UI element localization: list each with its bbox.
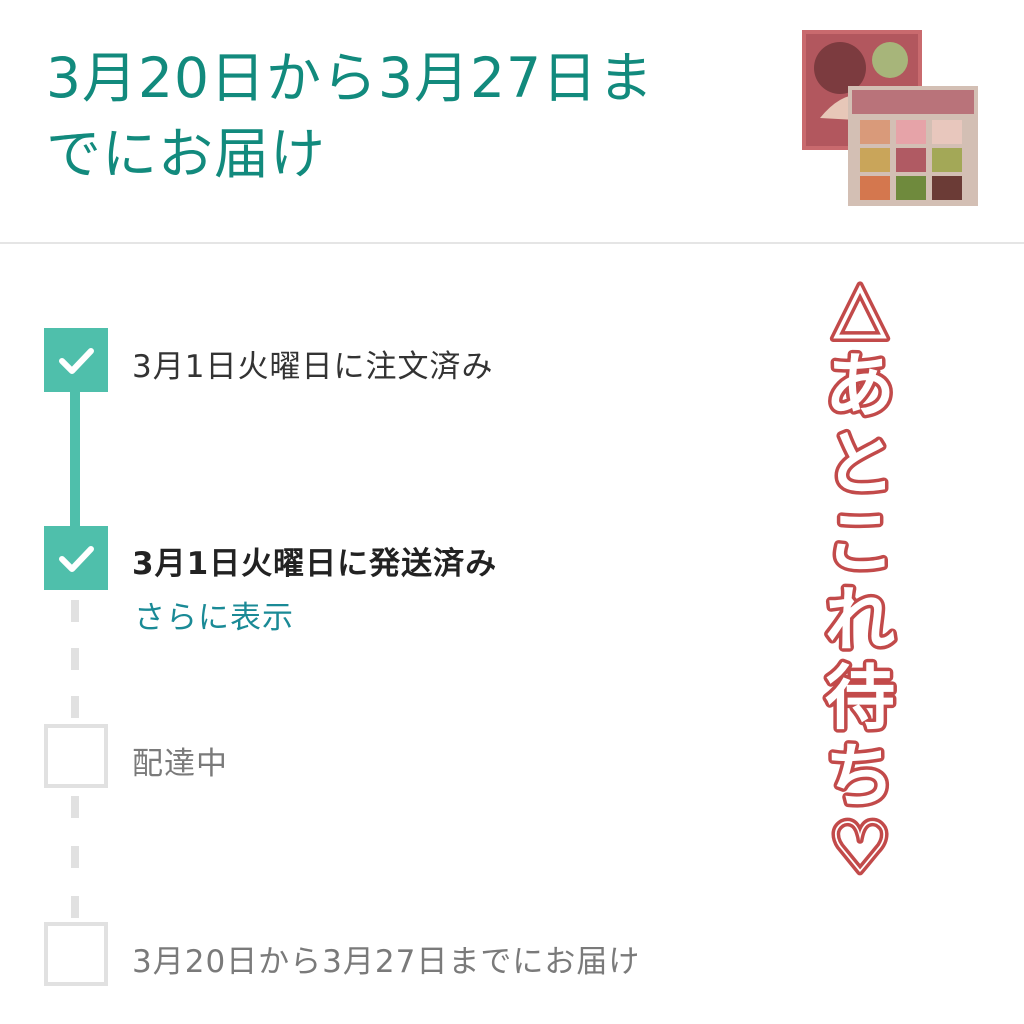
overlay-char: ち — [825, 735, 895, 817]
progress-connector-dash — [71, 846, 79, 868]
progress-connector-dash — [71, 648, 79, 670]
overlay-char: △ — [833, 268, 887, 347]
section-divider — [0, 242, 1024, 244]
step-delivery-label: 3月20日から3月27日までにお届け — [132, 944, 641, 980]
step-ordered-label: 3月1日火曜日に注文済み — [132, 349, 494, 385]
delivery-estimate-title: 3月20日から3月27日ま でにお届け — [46, 40, 766, 192]
overlay-char: と — [825, 423, 895, 505]
overlay-char: あ — [825, 345, 895, 427]
progress-connector-dash — [71, 600, 79, 622]
overlay-annotation: △ あ と こ れ 待 ち ♡ — [822, 268, 899, 878]
product-thumbnail-eyeshadow-palette[interactable] — [800, 28, 980, 210]
overlay-char: 待 — [825, 657, 895, 739]
overlay-char: こ — [825, 501, 895, 583]
progress-connector-dash — [71, 896, 79, 918]
show-more-link[interactable]: さらに表示 — [134, 592, 294, 637]
step-shipped-label: 3月1日火曜日に発送済み — [132, 546, 498, 582]
overlay-char: ♡ — [829, 807, 892, 878]
delivery-title-line1: 3月20日から3月27日ま — [46, 46, 654, 110]
step-shipped-check-icon — [44, 526, 108, 590]
progress-connector-dash — [71, 696, 79, 718]
step-ordered-check-icon — [44, 328, 108, 392]
delivery-title-line2: でにお届け — [46, 122, 327, 186]
step-in-transit-label: 配達中 — [132, 746, 228, 782]
progress-connector-dash — [71, 796, 79, 818]
overlay-char: れ — [825, 579, 895, 661]
step-in-transit-checkbox — [44, 724, 108, 788]
progress-connector-complete — [70, 392, 80, 530]
step-delivery-checkbox — [44, 922, 108, 986]
